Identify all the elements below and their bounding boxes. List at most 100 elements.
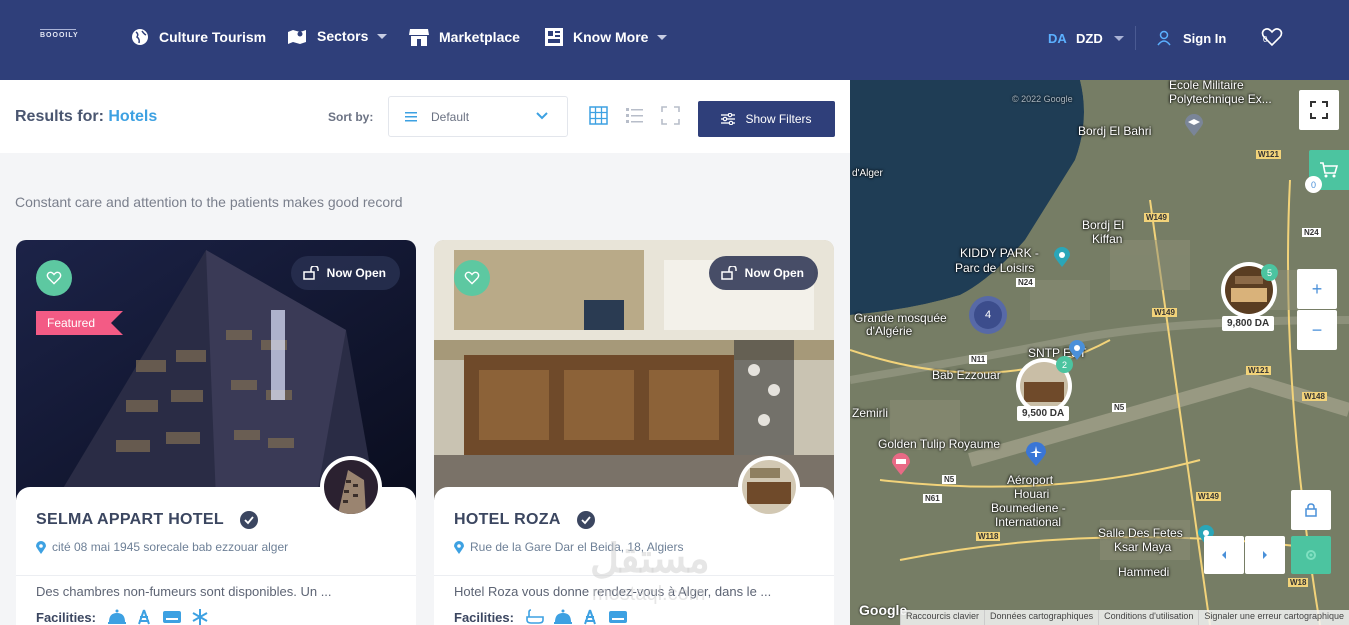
pin-count-badge: 2	[1056, 356, 1073, 373]
place-marker-icon[interactable]	[1069, 340, 1085, 360]
status-label: Now Open	[744, 266, 804, 280]
watermark: مستقل	[590, 537, 710, 581]
road-label: N11	[969, 355, 988, 364]
nav-label: Know More	[573, 29, 649, 45]
listing-avatar[interactable]	[320, 456, 382, 518]
road-label: N5	[942, 475, 957, 484]
results-map[interactable]: Ecole Militaire Polytechnique Ex... Bord…	[850, 80, 1349, 625]
nav-item-culture-tourism[interactable]: Culture Tourism	[131, 28, 266, 46]
school-marker-icon[interactable]	[1185, 114, 1203, 136]
ac-unit-icon	[608, 611, 627, 623]
layout-icon	[545, 28, 563, 46]
results-prefix: Results for:	[15, 108, 104, 125]
nav-item-know-more[interactable]: Know More	[545, 28, 668, 46]
nav-item-sectors[interactable]: Sectors	[287, 28, 388, 44]
nav-item-marketplace[interactable]: Marketplace	[409, 28, 520, 46]
airport-marker-icon[interactable]	[1026, 442, 1046, 466]
pin-price[interactable]: 9,500 DA	[1017, 406, 1070, 421]
results-query[interactable]: Hotels	[108, 108, 157, 125]
listing-title-text: SELMA APPART HOTEL	[36, 511, 224, 528]
sort-value: Default	[431, 109, 470, 124]
chevron-left-icon	[1222, 551, 1226, 559]
map-label: d'Alger	[852, 168, 883, 179]
listing-description: Des chambres non-fumeurs sont disponible…	[36, 584, 332, 599]
grid-view-icon[interactable]	[589, 106, 608, 125]
park-marker-icon[interactable]	[1054, 247, 1070, 267]
listing-card-selma[interactable]: Now Open Featured SELMA APPART HOTEL cit…	[16, 240, 416, 625]
top-navbar: BOOOILY Culture Tourism Sectors Marketpl…	[0, 0, 1349, 80]
favorite-button[interactable]	[454, 260, 490, 296]
road-label: N5	[1112, 403, 1127, 412]
map-label: KIDDY PARK -	[960, 246, 1039, 260]
road-label: W18	[1288, 578, 1309, 587]
map-footer-link[interactable]: Données cartographiques	[984, 610, 1099, 625]
cart-count-badge: 0	[1305, 176, 1322, 193]
listing-title[interactable]: HOTEL ROZA	[454, 511, 595, 529]
map-label: Golden Tulip Royaume	[878, 437, 1001, 451]
map-next-button[interactable]	[1245, 536, 1285, 574]
hotel-marker-icon[interactable]	[892, 453, 910, 475]
map-lock-button[interactable]	[1291, 490, 1331, 530]
map-label: Salle Des Fetes	[1098, 526, 1183, 540]
nav-divider	[1135, 26, 1136, 50]
map-zoom-out-button[interactable]: −	[1297, 310, 1337, 350]
map-zoom-in-button[interactable]: +	[1297, 269, 1337, 309]
unlock-icon	[302, 266, 319, 280]
snowflake-icon	[192, 609, 208, 625]
lock-icon	[1305, 503, 1317, 517]
map-label: Houari	[1014, 487, 1050, 501]
map-label: Polytechnique Ex...	[1169, 92, 1272, 106]
currency-symbol[interactable]: DA	[1048, 31, 1067, 46]
facilities-label: Facilities:	[454, 609, 514, 625]
now-open-badge[interactable]: Now Open	[708, 256, 818, 290]
map-footer-link[interactable]: Raccourcis clavier	[900, 610, 985, 625]
store-icon	[409, 29, 429, 46]
chevron-down-icon	[377, 33, 388, 39]
map-label: Boumediene -	[991, 501, 1066, 515]
nav-label: Culture Tourism	[159, 29, 267, 45]
map-footer-link[interactable]: Conditions d'utilisation	[1098, 610, 1199, 625]
favorite-button[interactable]	[36, 260, 72, 296]
tower-icon	[138, 609, 150, 625]
map-copyright: © 2022 Google	[1012, 94, 1073, 104]
currency-selector[interactable]: DZD	[1076, 31, 1103, 46]
map-label: Hammedi	[1118, 565, 1170, 579]
room-service-icon	[107, 609, 126, 624]
road-label: W149	[1196, 492, 1221, 501]
map-label: International	[995, 515, 1062, 529]
road-label: N61	[923, 494, 942, 503]
listing-title[interactable]: SELMA APPART HOTEL	[36, 511, 258, 529]
road-label: W121	[1256, 150, 1281, 159]
show-filters-button[interactable]: Show Filters	[698, 101, 835, 137]
listing-avatar[interactable]	[738, 456, 800, 518]
globe-icon	[132, 29, 148, 45]
featured-ribbon: Featured	[36, 311, 124, 335]
nav-label: Sectors	[317, 28, 369, 44]
site-logo[interactable]: BOOOILY	[40, 29, 79, 39]
verified-check-icon	[576, 511, 595, 529]
sign-in-link[interactable]: Sign In	[1157, 30, 1226, 46]
map-locate-button[interactable]	[1291, 536, 1331, 574]
facilities-label: Facilities:	[36, 609, 96, 625]
list-lines-icon	[405, 111, 417, 121]
map-label: d'Algérie	[866, 324, 913, 338]
map-cluster-marker[interactable]: 4	[969, 296, 1007, 334]
nav-label: Marketplace	[439, 29, 520, 45]
facilities-row: Facilities:	[454, 609, 628, 625]
road-label: N24	[1016, 278, 1035, 287]
pin-count-badge: 5	[1261, 264, 1278, 281]
pin-price[interactable]: 9,800 DA	[1222, 316, 1275, 331]
tower-icon	[584, 609, 596, 625]
avatar-image	[324, 460, 378, 514]
chevron-down-icon[interactable]	[1114, 36, 1124, 41]
map-footer-link[interactable]: Signaler une erreur cartographique	[1198, 610, 1349, 625]
now-open-badge[interactable]: Now Open	[290, 256, 400, 290]
sort-dropdown[interactable]: Default	[388, 96, 568, 137]
sign-in-label: Sign In	[1183, 30, 1227, 46]
map-fullscreen-button[interactable]	[1299, 90, 1339, 130]
facilities-row: Facilities:	[36, 609, 208, 625]
map-prev-button[interactable]	[1204, 536, 1244, 574]
chevron-down-icon	[657, 34, 668, 40]
list-view-icon[interactable]	[625, 106, 644, 125]
fullscreen-icon[interactable]	[661, 106, 680, 125]
